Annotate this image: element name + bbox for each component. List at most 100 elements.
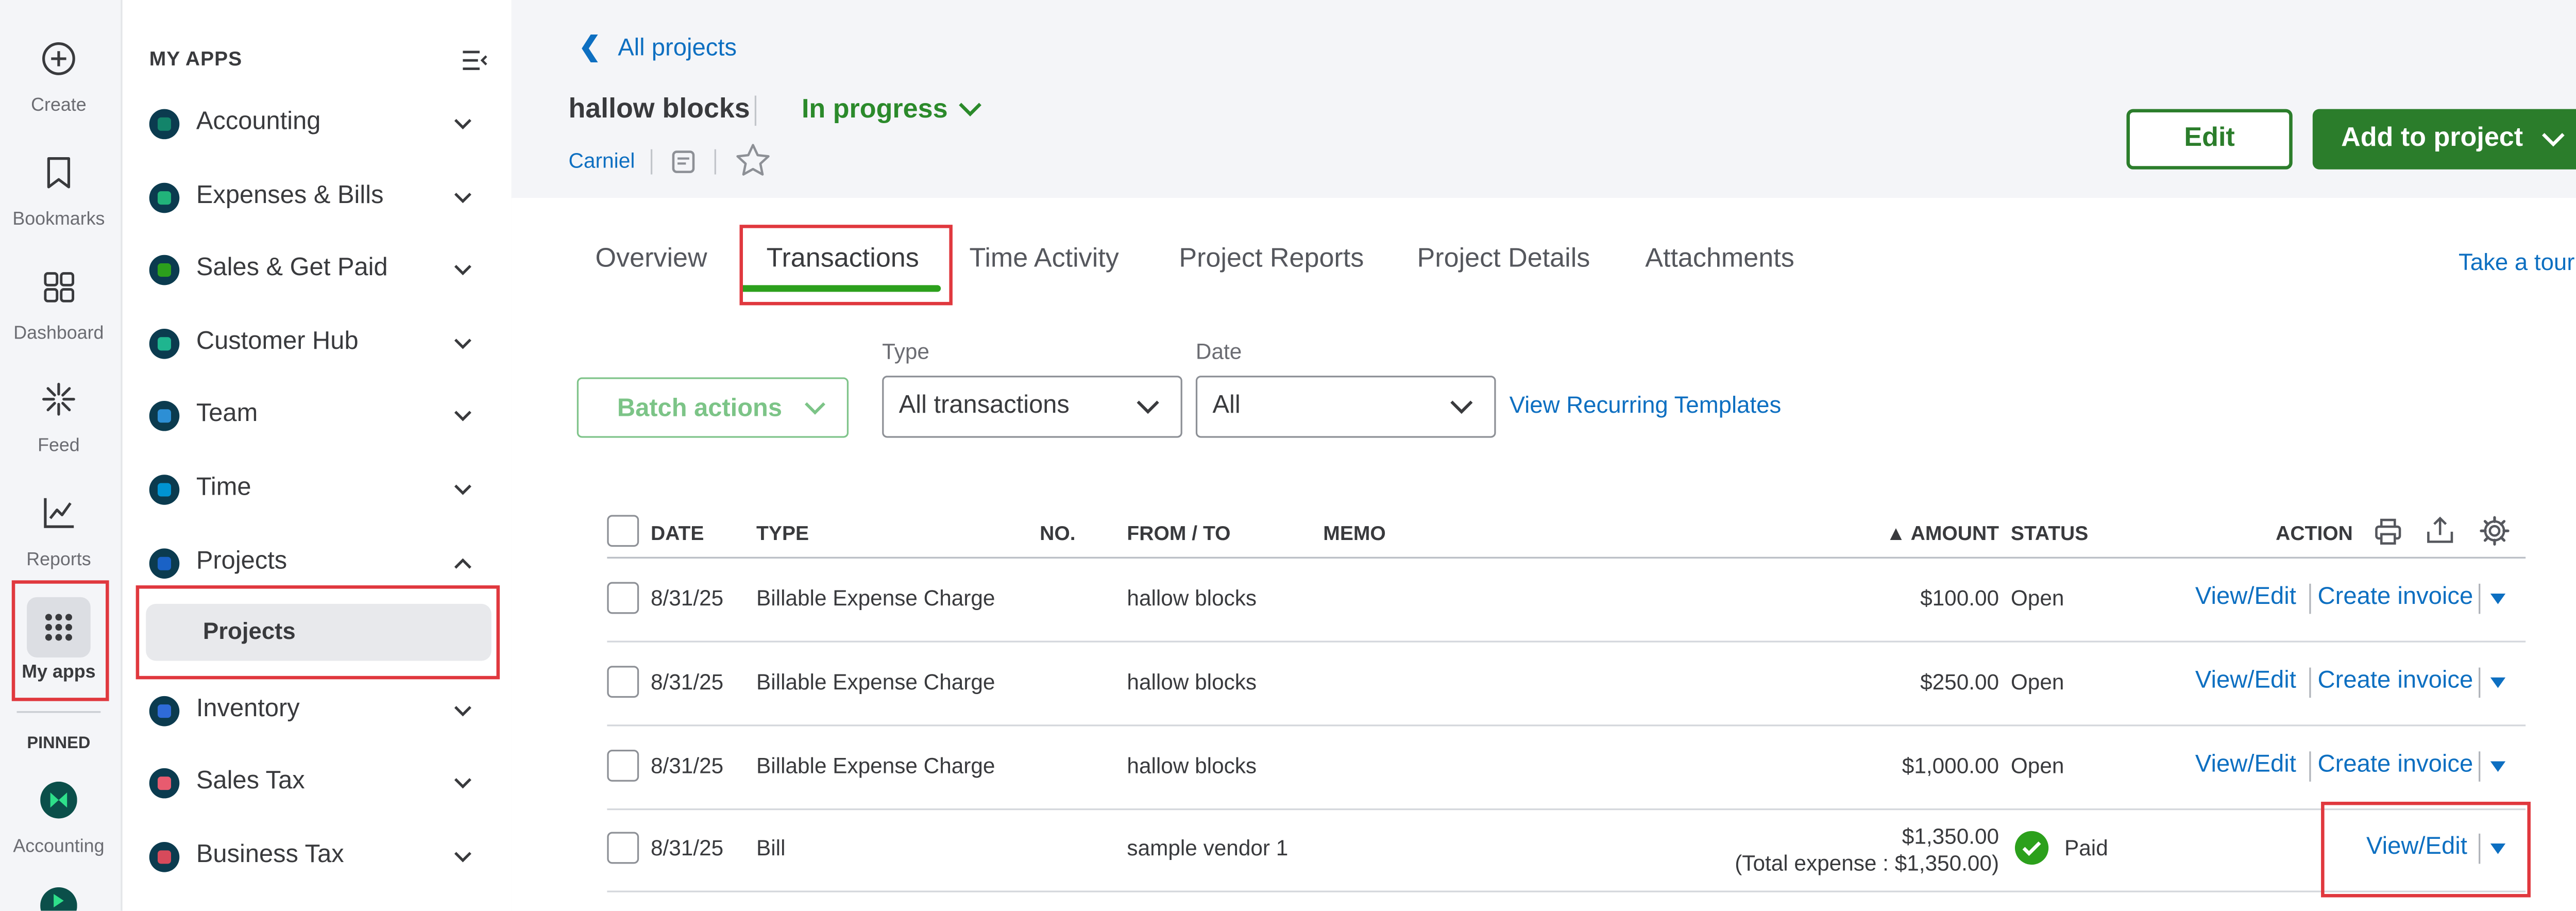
star-icon[interactable] bbox=[735, 143, 772, 178]
highlight-transactions-tab bbox=[739, 225, 953, 306]
view-edit-link[interactable]: View/Edit bbox=[2195, 584, 2296, 611]
rail-bookmarks[interactable]: Bookmarks bbox=[0, 154, 117, 238]
column-header-amount[interactable]: ▲ AMOUNT bbox=[1829, 521, 1999, 545]
caret-down-icon[interactable] bbox=[2489, 676, 2507, 691]
tab-time-activity[interactable]: Time Activity bbox=[969, 245, 1118, 275]
column-header-status[interactable]: STATUS bbox=[2011, 521, 2088, 545]
status-dropdown[interactable]: In progress bbox=[802, 96, 948, 126]
select-all-checkbox[interactable] bbox=[607, 515, 639, 547]
column-header-memo[interactable]: MEMO bbox=[1323, 521, 1386, 545]
column-header-type[interactable]: TYPE bbox=[756, 521, 809, 545]
cell-date: 8/31/25 bbox=[650, 753, 724, 779]
tab-attachments[interactable]: Attachments bbox=[1645, 245, 1794, 275]
app-icon-glyph bbox=[157, 850, 172, 864]
rail-reports[interactable]: Reports bbox=[0, 495, 117, 579]
feed-icon bbox=[42, 382, 75, 416]
action-separator bbox=[2309, 751, 2311, 782]
app-item[interactable]: Team bbox=[123, 382, 512, 449]
settings-gear-icon[interactable] bbox=[2479, 515, 2511, 547]
left-rail: Create Bookmarks Dashboard Feed Reports … bbox=[0, 0, 117, 911]
cell-type: Bill bbox=[756, 835, 786, 861]
app-icon bbox=[149, 182, 180, 213]
cell-amount: $1,350.00 bbox=[1902, 823, 1999, 849]
tab-overview[interactable]: Overview bbox=[596, 245, 707, 275]
chevron-down-icon[interactable] bbox=[958, 99, 983, 119]
app-item[interactable]: Customer Hub bbox=[123, 310, 512, 377]
cell-amount-note: (Total expense : $1,350.00) bbox=[1735, 850, 1999, 876]
chevron-down-icon bbox=[454, 484, 471, 495]
view-edit-link[interactable]: View/Edit bbox=[2195, 668, 2296, 695]
reports-icon bbox=[44, 498, 74, 528]
app-icon bbox=[149, 842, 180, 872]
chevron-down-icon bbox=[454, 411, 471, 421]
cell-amount: $250.00 bbox=[1920, 669, 1999, 695]
column-header-no[interactable]: NO. bbox=[1040, 521, 1075, 545]
row-checkbox[interactable] bbox=[607, 832, 639, 864]
take-tour-link[interactable]: Take a tour bbox=[2459, 248, 2574, 275]
tab-project-details[interactable]: Project Details bbox=[1417, 245, 1590, 275]
edit-button[interactable]: Edit bbox=[2126, 109, 2293, 170]
table-row bbox=[607, 808, 2526, 892]
app-item-label: Accounting bbox=[196, 107, 321, 136]
action-separator bbox=[2309, 667, 2311, 698]
app-icon bbox=[149, 768, 180, 799]
caret-down-icon[interactable] bbox=[2489, 592, 2507, 607]
app-item[interactable]: Sales Tax bbox=[123, 750, 512, 817]
app-item[interactable]: Time bbox=[123, 456, 512, 523]
cell-status: Open bbox=[2010, 585, 2064, 611]
app-item[interactable]: Business Tax bbox=[123, 823, 512, 890]
tab-project-reports[interactable]: Project Reports bbox=[1179, 245, 1364, 275]
rail-dashboard[interactable]: Dashboard bbox=[0, 268, 117, 352]
add-to-project-label: Add to project bbox=[2341, 124, 2523, 153]
column-header-date[interactable]: DATE bbox=[651, 521, 704, 545]
chevron-left-icon: ❮ bbox=[579, 33, 601, 62]
create-invoice-link[interactable]: Create invoice bbox=[2318, 584, 2473, 611]
type-filter-value: All transactions bbox=[899, 391, 1070, 419]
export-icon[interactable] bbox=[2425, 515, 2455, 545]
row-checkbox[interactable] bbox=[607, 582, 639, 614]
view-edit-link[interactable]: View/Edit bbox=[2195, 751, 2296, 778]
rail-feed[interactable]: Feed bbox=[0, 381, 117, 465]
app-item[interactable]: Inventory bbox=[123, 678, 512, 745]
rail-pinned-accounting[interactable]: Accounting bbox=[0, 781, 117, 866]
app-icon bbox=[149, 109, 180, 140]
rail-reports-label: Reports bbox=[26, 550, 91, 570]
date-filter-select[interactable]: All bbox=[1195, 376, 1496, 438]
app-item[interactable]: Accounting bbox=[123, 91, 512, 158]
app-icon bbox=[149, 548, 180, 579]
chevron-down-icon bbox=[1450, 400, 1473, 414]
cell-from-to: hallow blocks bbox=[1127, 753, 1257, 779]
type-filter-select[interactable]: All transactions bbox=[882, 376, 1182, 438]
cell-status: Open bbox=[2010, 669, 2064, 695]
column-header-action: ACTION bbox=[2276, 521, 2353, 545]
cell-from-to: hallow blocks bbox=[1127, 669, 1257, 695]
app-item-label: Business Tax bbox=[196, 840, 344, 869]
app-item-label: Sales Tax bbox=[196, 766, 305, 795]
row-checkbox[interactable] bbox=[607, 666, 639, 698]
view-recurring-templates-link[interactable]: View Recurring Templates bbox=[1510, 391, 1782, 417]
rail-divider bbox=[16, 711, 101, 713]
create-invoice-link[interactable]: Create invoice bbox=[2318, 751, 2473, 778]
bookmark-icon bbox=[47, 157, 71, 189]
add-to-project-button[interactable]: Add to project bbox=[2312, 109, 2576, 170]
column-header-from-to[interactable]: FROM / TO bbox=[1127, 521, 1230, 545]
app-icon-glyph bbox=[157, 409, 172, 423]
app-item[interactable]: Expenses & Bills bbox=[123, 164, 512, 231]
back-link[interactable]: ❮ All projects bbox=[579, 30, 737, 64]
create-invoice-link[interactable]: Create invoice bbox=[2318, 668, 2473, 695]
batch-actions-button[interactable]: Batch actions bbox=[577, 377, 849, 438]
collapse-panel-icon[interactable] bbox=[461, 48, 488, 72]
pinned-label: PINNED bbox=[27, 734, 91, 753]
rail-bookmarks-label: Bookmarks bbox=[12, 209, 105, 230]
cell-status: Open bbox=[2010, 753, 2064, 779]
row-checkbox[interactable] bbox=[607, 750, 639, 782]
expenses-app-icon[interactable] bbox=[40, 887, 77, 911]
print-icon[interactable] bbox=[2373, 517, 2403, 547]
caret-down-icon[interactable] bbox=[2489, 760, 2507, 775]
customer-link[interactable]: Carniel bbox=[568, 149, 635, 173]
rail-create[interactable]: Create bbox=[0, 40, 117, 124]
notes-icon[interactable] bbox=[671, 149, 696, 175]
chevron-down-icon bbox=[454, 852, 471, 863]
app-item[interactable]: Sales & Get Paid bbox=[123, 237, 512, 303]
app-item-label: Inventory bbox=[196, 694, 300, 723]
